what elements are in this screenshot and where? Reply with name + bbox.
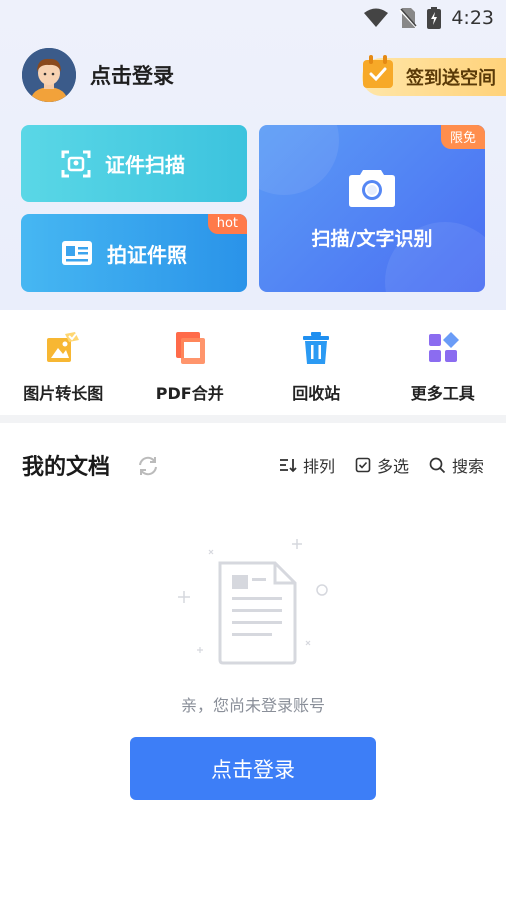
multi-select-label: 多选: [376, 457, 409, 476]
scan-ocr-card[interactable]: 限免 扫描/文字识别: [259, 125, 485, 292]
id-scan-label: 证件扫描: [105, 153, 185, 177]
tool-pdf-merge[interactable]: PDF合并: [127, 310, 254, 415]
id-scan-card[interactable]: 证件扫描: [21, 125, 247, 202]
trash-icon: [303, 332, 330, 364]
hot-badge: hot: [207, 214, 247, 234]
sort-icon: [279, 459, 297, 473]
checkin-label: 签到送空间: [406, 68, 496, 89]
clock: 4:23: [451, 7, 494, 29]
login-profile[interactable]: 点击登录: [22, 48, 174, 102]
status-bar: 4:23: [0, 0, 506, 36]
avatar-image: [22, 48, 76, 102]
tool-label: 回收站: [292, 384, 341, 403]
documents-header: 我的文档 排列 多选 搜索: [0, 440, 506, 490]
refresh-icon[interactable]: [136, 454, 160, 478]
tool-label: 更多工具: [410, 384, 475, 403]
avatar[interactable]: [22, 48, 76, 102]
login-link[interactable]: 点击登录: [90, 60, 174, 90]
tool-recycle-bin[interactable]: 回收站: [253, 310, 380, 415]
scan-ocr-label: 扫描/文字识别: [311, 228, 433, 250]
tool-label: 图片转长图: [23, 384, 104, 403]
sort-label: 排列: [302, 457, 335, 476]
multi-select-button[interactable]: 多选: [355, 453, 409, 477]
more-tools-icon: [428, 332, 459, 362]
tools-row: 图片转长图 PDF合并 回收站 更多工具: [0, 310, 506, 415]
no-sim-icon: [399, 8, 418, 28]
id-card-icon: [62, 241, 92, 265]
document-actions: 排列 多选 搜索: [279, 453, 484, 477]
id-scan-icon: [61, 150, 91, 177]
documents-title: 我的文档: [22, 455, 111, 480]
tool-label: PDF合并: [155, 384, 224, 403]
search-label: 搜索: [451, 457, 484, 476]
tool-image-to-long[interactable]: 图片转长图: [0, 310, 127, 415]
empty-document-illustration: [178, 539, 328, 665]
pdf-merge-icon: [175, 332, 205, 364]
wifi-icon: [364, 8, 389, 27]
section-divider: [0, 415, 506, 423]
search-button[interactable]: 搜索: [429, 453, 484, 477]
empty-state-text: 亲，您尚未登录账号: [180, 696, 325, 715]
calendar-check-icon: [363, 55, 393, 88]
tool-more[interactable]: 更多工具: [380, 310, 506, 415]
sort-button[interactable]: 排列: [279, 453, 335, 477]
checkin-button[interactable]: 签到送空间: [362, 55, 506, 96]
login-button[interactable]: 点击登录: [130, 737, 376, 800]
battery-icon: [427, 7, 442, 29]
id-photo-label: 拍证件照: [107, 242, 187, 267]
id-photo-card[interactable]: hot 拍证件照: [21, 214, 247, 292]
search-icon: [429, 457, 446, 473]
checkbox-icon: [355, 457, 371, 473]
image-to-long-icon: [47, 332, 80, 362]
camera-icon: [349, 170, 395, 207]
